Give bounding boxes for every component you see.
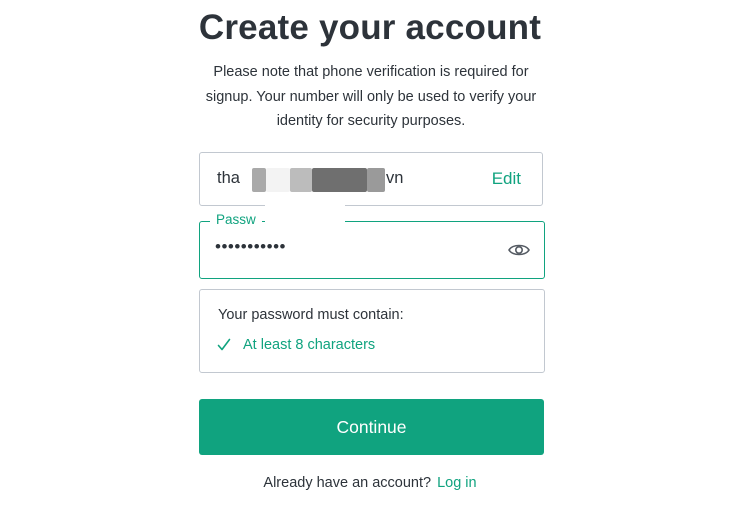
email-redaction-block — [266, 168, 290, 192]
edit-email-link[interactable]: Edit — [492, 169, 521, 189]
requirement-label: At least 8 characters — [243, 337, 376, 353]
signup-page: Create your account Please note that pho… — [0, 0, 740, 506]
email-redaction-block — [367, 168, 385, 192]
login-link[interactable]: Log in — [437, 475, 477, 491]
login-prompt: Already have an account? — [263, 475, 432, 491]
email-redaction-block — [252, 168, 266, 192]
requirement-item: At least 8 characters — [217, 337, 375, 353]
requirements-title: Your password must contain: — [218, 307, 404, 323]
footer: Already have an account? Log in — [0, 475, 740, 491]
password-input[interactable]: ••••••••••• — [215, 237, 286, 257]
check-icon — [217, 338, 231, 351]
redaction-overlay — [265, 200, 345, 228]
subtitle-text: Please note that phone verification is r… — [205, 64, 537, 129]
page-title: Create your account — [198, 8, 542, 47]
email-visible-suffix: vn — [386, 169, 404, 187]
email-redaction-block — [312, 168, 367, 192]
eye-icon[interactable] — [508, 241, 530, 259]
password-field[interactable]: Passw ••••••••••• — [199, 212, 545, 279]
password-requirements-box: Your password must contain: At least 8 c… — [199, 289, 545, 373]
email-redaction-block — [290, 168, 312, 192]
email-visible-prefix: tha — [217, 169, 240, 187]
password-label: Passw — [210, 212, 262, 227]
continue-button[interactable]: Continue — [199, 399, 544, 455]
email-field[interactable]: tha vn Edit — [199, 152, 543, 206]
